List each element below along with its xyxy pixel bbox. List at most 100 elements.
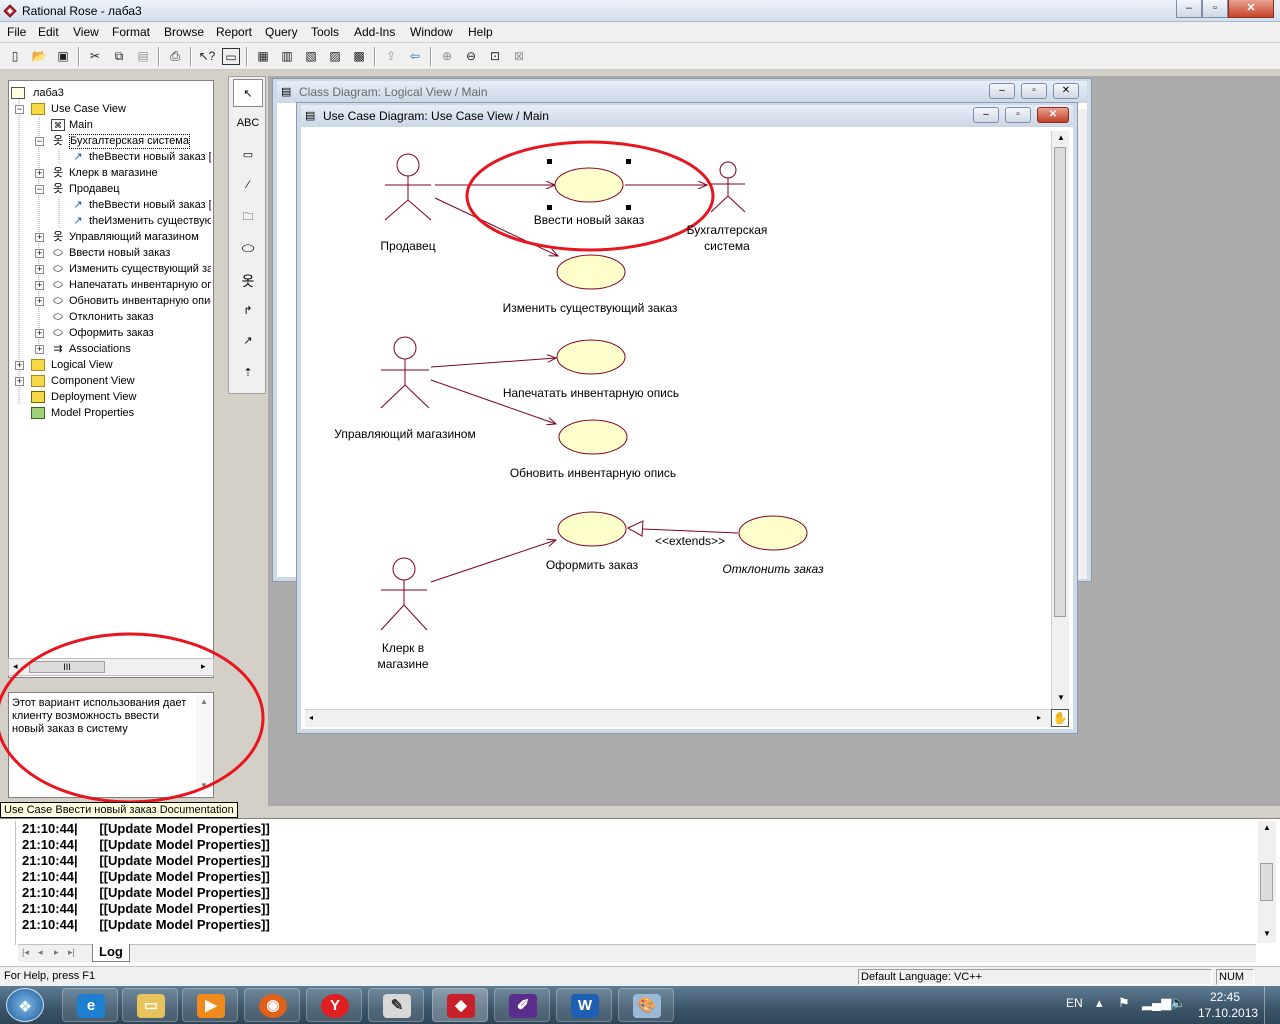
unidirectional-association-icon[interactable]: ↱ [233, 297, 263, 325]
zoom-out-icon[interactable]: ⊖ [462, 48, 480, 65]
tab-first-icon[interactable]: |◂ [22, 947, 29, 958]
new-icon[interactable]: ▯ [6, 48, 24, 65]
save-icon[interactable]: ▣ [54, 48, 72, 65]
zoom-in-icon[interactable]: ⊕ [438, 48, 456, 65]
extends-relationship[interactable] [642, 528, 739, 534]
tree-item-use-case-view[interactable]: − Use Case View [11, 101, 211, 117]
browse-deployment-diagram-icon[interactable]: ▨ [326, 48, 344, 65]
generalization-icon[interactable]: ⇡ [233, 359, 263, 387]
expand-icon[interactable]: + [35, 345, 44, 354]
tree-item-component-view[interactable]: + Component View [11, 373, 211, 389]
taskbar-media-player[interactable]: ▶ [182, 988, 238, 1022]
taskbar-explorer[interactable]: ▭ [122, 988, 178, 1022]
tree-item-accounting-system[interactable]: − 옷 Бухгалтерская система [11, 133, 211, 149]
expand-icon[interactable]: + [35, 297, 44, 306]
dependency-icon[interactable]: ↗ [233, 327, 263, 355]
taskbar-app-6[interactable]: ✎ [368, 988, 424, 1022]
browse-interaction-diagram-icon[interactable]: ▥ [278, 48, 296, 65]
tree-item-manager[interactable]: + 옷 Управляющий магазином [11, 229, 211, 245]
menu-addins[interactable]: Add-Ins [354, 25, 395, 39]
use-case-diagram-minimize-button[interactable]: – [973, 107, 999, 123]
actor-icon[interactable]: 옷 [233, 267, 263, 295]
language-indicator[interactable]: EN [1066, 996, 1083, 1010]
anchor-note-icon[interactable]: ⁄ [233, 171, 263, 199]
volume-icon[interactable]: 🔈 [1170, 995, 1186, 1011]
taskbar-word[interactable]: W [556, 988, 612, 1022]
expand-icon[interactable]: + [35, 265, 44, 274]
actor-accounting-system[interactable] [710, 161, 746, 213]
diagram-vertical-scrollbar[interactable]: ▲ ▼ [1051, 131, 1069, 709]
expand-icon[interactable]: + [15, 377, 24, 386]
menu-edit[interactable]: Edit [38, 25, 59, 39]
browse-previous-icon[interactable]: ⇦ [406, 48, 424, 65]
tree-item-uc-update-inventory[interactable]: + ⬭ Обновить инвентарную опис [11, 293, 211, 309]
tree-item-logical-view[interactable]: + Logical View [11, 357, 211, 373]
tree-item-association-3[interactable]: ↗ theИзменить существую [11, 213, 211, 229]
tab-last-icon[interactable]: ▸| [68, 947, 75, 958]
scroll-up-icon[interactable]: ▲ [1263, 823, 1271, 832]
assoc-seller-change-order[interactable] [434, 197, 558, 256]
taskbar-paint[interactable]: 🎨 [618, 988, 674, 1022]
tree-item-clerk[interactable]: + 옷 Клерк в магазине [11, 165, 211, 181]
taskbar-firefox[interactable]: ◉ [244, 988, 300, 1022]
menu-format[interactable]: Format [112, 25, 150, 39]
expand-icon[interactable]: + [15, 361, 24, 370]
network-icon[interactable]: ▂▄▆ [1142, 995, 1171, 1011]
tree-item-uc-reject-order[interactable]: ⬭ Отклонить заказ [11, 309, 211, 325]
tree-item-model-properties[interactable]: Model Properties [11, 405, 211, 421]
tree-item-uc-change-order[interactable]: + ⬭ Изменить существующий за [11, 261, 211, 277]
tree-item-seller[interactable]: − 옷 Продавец [11, 181, 211, 197]
class-diagram-maximize-button[interactable]: ▫ [1021, 83, 1047, 99]
close-button[interactable]: ✕ [1228, 0, 1274, 18]
browse-component-diagram-icon[interactable]: ▧ [302, 48, 320, 65]
actor-clerk[interactable] [380, 557, 428, 631]
collapse-icon[interactable]: − [35, 185, 44, 194]
tree-item-uc-print-inventory[interactable]: + ⬭ Напечатать инвентарную оп [11, 277, 211, 293]
class-diagram-minimize-button[interactable]: – [989, 83, 1015, 99]
undo-fit-icon[interactable]: ⊠ [510, 48, 528, 65]
selection-tool-icon[interactable]: ↖ [233, 79, 263, 107]
context-help-icon[interactable]: ↖? [198, 48, 216, 65]
taskbar-yandex[interactable]: Y [306, 988, 362, 1022]
usecase-reject-order[interactable] [738, 515, 808, 551]
view-documentation-icon[interactable]: ▭ [222, 48, 240, 65]
scroll-left-icon[interactable]: ◂ [309, 713, 313, 722]
tab-log[interactable]: Log [92, 944, 130, 962]
menu-query[interactable]: Query [265, 25, 298, 39]
tree-item-deployment-view[interactable]: Deployment View [11, 389, 211, 405]
print-icon[interactable]: ⎙ [166, 48, 184, 65]
expand-icon[interactable]: + [35, 329, 44, 338]
usecase-print-inventory[interactable] [556, 339, 626, 375]
pan-hand-icon[interactable]: ✋ [1051, 709, 1069, 727]
log-vertical-scrollbar[interactable]: ▲ ▼ [1258, 821, 1276, 943]
menu-report[interactable]: Report [216, 25, 252, 39]
use-case-icon[interactable]: ⬭ [233, 235, 263, 263]
note-icon[interactable]: ▭ [233, 141, 263, 169]
taskbar-app-8[interactable]: ✐ [494, 988, 550, 1022]
tab-next-icon[interactable]: ▸ [54, 947, 59, 958]
tab-prev-icon[interactable]: ◂ [38, 947, 43, 958]
log-scroll-thumb[interactable] [1260, 863, 1273, 901]
scroll-down-icon[interactable]: ▼ [1263, 929, 1271, 938]
browse-state-diagram-icon[interactable]: ▩ [350, 48, 368, 65]
expand-icon[interactable]: + [35, 281, 44, 290]
tree-item-association-2[interactable]: ↗ theВвести новый заказ [ [11, 197, 211, 213]
minimize-button[interactable]: – [1176, 0, 1202, 18]
tree-item-uc-new-order[interactable]: + ⬭ Ввести новый заказ [11, 245, 211, 261]
diagram-horizontal-scrollbar[interactable]: ◂ ▸ [305, 709, 1051, 727]
scroll-down-icon[interactable]: ▼ [1057, 693, 1065, 702]
scroll-right-icon[interactable]: ▸ [1037, 713, 1041, 722]
usecase-change-order[interactable] [556, 254, 626, 290]
expand-icon[interactable]: + [35, 169, 44, 178]
menu-window[interactable]: Window [410, 25, 453, 39]
tree-item-associations[interactable]: + ⇉ Associations [11, 341, 211, 357]
copy-icon[interactable]: ⧉ [110, 48, 128, 65]
taskbar-internet-explorer[interactable]: e [62, 988, 118, 1022]
scroll-up-icon[interactable]: ▲ [1057, 133, 1065, 142]
cut-icon[interactable]: ✂ [86, 48, 104, 65]
action-center-flag-icon[interactable]: ⚑ [1118, 995, 1130, 1011]
browse-parent-icon[interactable]: ⇪ [382, 48, 400, 65]
expand-icon[interactable]: + [35, 233, 44, 242]
tree-item-uc-place-order[interactable]: + ⬭ Оформить заказ [11, 325, 211, 341]
menu-file[interactable]: File [7, 25, 26, 39]
